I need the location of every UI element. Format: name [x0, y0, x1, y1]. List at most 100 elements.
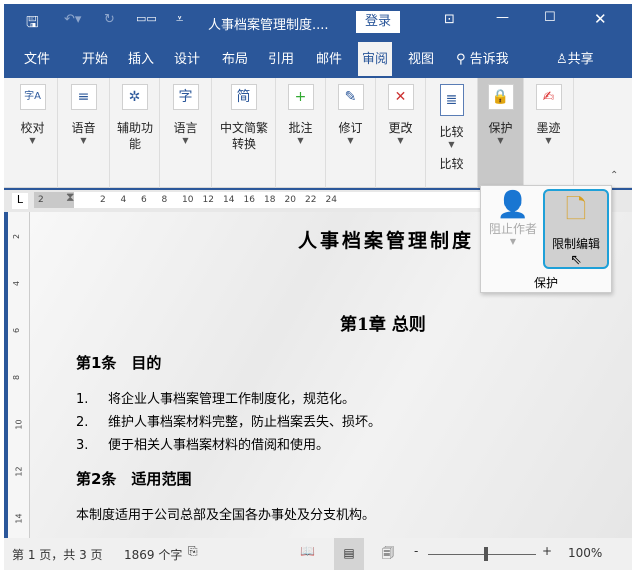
login-button[interactable]: 登录	[356, 11, 400, 33]
ruler-tick: 8	[162, 195, 168, 205]
read-mode-icon[interactable]: 📖	[300, 544, 315, 558]
tab-references[interactable]: 引用	[268, 48, 294, 67]
new-comment-icon: +	[288, 84, 314, 110]
scope-paragraph: 本制度适用于公司总部及全国各办事处及分支机构。	[76, 504, 375, 523]
language-button[interactable]: 字语言▼	[160, 78, 212, 188]
ruler-tick: 12	[15, 466, 24, 476]
window-title: 人事档案管理制度....	[208, 14, 329, 33]
tracking-button[interactable]: ✎修订▼	[326, 78, 376, 188]
ruler-tick: 24	[326, 195, 337, 205]
touch-mode-icon[interactable]: ▭▭	[136, 12, 157, 25]
word-window: 🖫 ↶▾ ↻ ▭▭ ⩡ 人事档案管理制度.... 登录 ⊡ — ☐ ✕ 文件 开…	[4, 4, 632, 570]
ruler-tick: 18	[264, 195, 275, 205]
block-user-icon: 👤	[483, 190, 543, 220]
ruler-tick: 20	[285, 195, 296, 205]
chinese-conversion-button[interactable]: 简中文简繁转换	[212, 78, 276, 188]
ruler-tick: 6	[141, 195, 147, 205]
zoom-out-button[interactable]: -	[414, 544, 418, 558]
word-count[interactable]: 1869 个字	[124, 546, 182, 563]
tell-me-search[interactable]: ⚲ 告诉我	[456, 48, 509, 67]
ruler-tick: 16	[244, 195, 255, 205]
protect-group-label: 保护	[481, 274, 611, 291]
web-layout-icon[interactable]: 🗐	[382, 544, 394, 565]
tab-file[interactable]: 文件	[24, 48, 50, 67]
ruler-tick: 6	[12, 328, 21, 333]
track-changes-icon: ✎	[338, 84, 364, 110]
chapter-heading: 第1章 总则	[340, 310, 426, 335]
accessibility-icon: ✲	[122, 84, 148, 110]
tab-layout[interactable]: 布局	[222, 48, 248, 67]
reject-change-icon: ✕	[388, 84, 414, 110]
ruler-tick: 12	[203, 195, 214, 205]
read-aloud-icon: ≡	[71, 84, 97, 110]
ribbon-review: 字A校对▼ ≡语音▼ ✲辅助功能 字语言▼ 简中文简繁转换 +批注▼ ✎修订▼ …	[4, 78, 632, 188]
protect-button[interactable]: 🔒保护▼	[478, 78, 524, 188]
doc-title: 人事档案管理制度	[298, 226, 484, 253]
ribbon-display-icon[interactable]: ⊡	[444, 12, 455, 27]
tab-mailings[interactable]: 邮件	[316, 48, 342, 67]
zoom-in-button[interactable]: +	[542, 544, 552, 558]
list-item: 1.将企业人事档案管理工作制度化，规范化。	[76, 388, 381, 411]
save-icon[interactable]: 🖫	[26, 12, 39, 37]
ink-button[interactable]: ✍墨迹▼	[524, 78, 574, 188]
tab-home[interactable]: 开始	[82, 48, 108, 67]
ruler-tick: 14	[15, 513, 24, 523]
mouse-cursor-icon: ⇖	[545, 252, 607, 268]
status-bar: 第 1 页，共 3 页 1869 个字 ⎘ 📖 ▤ 🗐 - + 100%	[4, 538, 632, 570]
minimize-button[interactable]: —	[496, 10, 509, 25]
ruler-tick: 22	[305, 195, 316, 205]
comments-button[interactable]: +批注▼	[276, 78, 326, 188]
changes-button[interactable]: ✕更改▼	[376, 78, 426, 188]
conversion-icon: 简	[231, 84, 257, 110]
article-2-heading: 第2条 适用范围	[76, 468, 191, 489]
zoom-slider[interactable]	[428, 554, 536, 555]
article-1-heading: 第1条 目的	[76, 352, 161, 373]
redo-icon[interactable]: ↻	[104, 12, 115, 27]
undo-icon[interactable]: ↶▾	[64, 12, 81, 27]
proofing-button[interactable]: 字A校对▼	[8, 78, 58, 188]
accessibility-button[interactable]: ✲辅助功能	[110, 78, 160, 188]
ink-icon: ✍	[536, 84, 562, 110]
lock-document-icon: 🔒	[488, 84, 514, 110]
tab-stop-icon[interactable]: L	[12, 193, 28, 209]
ruler-tick: 14	[223, 195, 234, 205]
customize-qat-icon[interactable]: ⩡	[176, 12, 183, 27]
restrict-editing-button[interactable]: 🗋 限制编辑 ⇖	[543, 189, 609, 269]
ruler-tick: 2	[100, 195, 106, 205]
maximize-button[interactable]: ☐	[544, 10, 556, 25]
block-authors-button[interactable]: 👤 阻止作者▼	[483, 190, 543, 246]
compare-button[interactable]: ≣比较▼比较	[426, 78, 478, 188]
lock-document-icon: 🗋	[545, 191, 607, 235]
search-icon: ⚲	[456, 52, 470, 67]
language-icon: 字	[173, 84, 199, 110]
person-icon: ♙	[556, 52, 568, 67]
collapse-ribbon-icon[interactable]: ⌃	[610, 170, 618, 181]
ruler-tick: 10	[182, 195, 193, 205]
ruler-tick: 2	[38, 195, 44, 205]
zoom-slider-thumb[interactable]	[484, 547, 488, 561]
proofing-status-icon[interactable]: ⎘	[188, 544, 198, 559]
purpose-list: 1.将企业人事档案管理工作制度化，规范化。 2.维护人事档案材料完整，防止档案丢…	[76, 388, 381, 457]
ruler-tick: 8	[12, 375, 21, 380]
ruler-tick: 4	[12, 281, 21, 286]
list-item: 3.便于相关人事档案材料的借阅和使用。	[76, 434, 381, 457]
tab-insert[interactable]: 插入	[128, 48, 154, 67]
tab-view[interactable]: 视图	[408, 48, 434, 67]
close-button[interactable]: ✕	[594, 10, 607, 28]
zoom-level[interactable]: 100%	[568, 546, 602, 560]
list-item: 2.维护人事档案材料完整，防止档案丢失、损坏。	[76, 411, 381, 434]
vertical-ruler[interactable]: 2 4 6 8 10 12 14	[8, 212, 30, 538]
indent-marker[interactable]: ⧗	[66, 190, 74, 205]
speech-button[interactable]: ≡语音▼	[58, 78, 110, 188]
compare-icon: ≣	[440, 84, 464, 116]
ruler-tick: 2	[12, 234, 21, 239]
ruler-tick: 10	[15, 419, 24, 429]
tab-review[interactable]: 审阅	[358, 42, 392, 76]
print-layout-icon[interactable]: ▤	[334, 538, 364, 570]
spelling-icon: 字A	[20, 84, 46, 110]
page-count[interactable]: 第 1 页，共 3 页	[12, 546, 103, 563]
tab-design[interactable]: 设计	[174, 48, 200, 67]
protect-dropdown: 👤 阻止作者▼ 🗋 限制编辑 ⇖ 保护	[480, 185, 612, 293]
ruler-tick: 4	[121, 195, 127, 205]
share-button[interactable]: ♙共享	[556, 48, 594, 67]
